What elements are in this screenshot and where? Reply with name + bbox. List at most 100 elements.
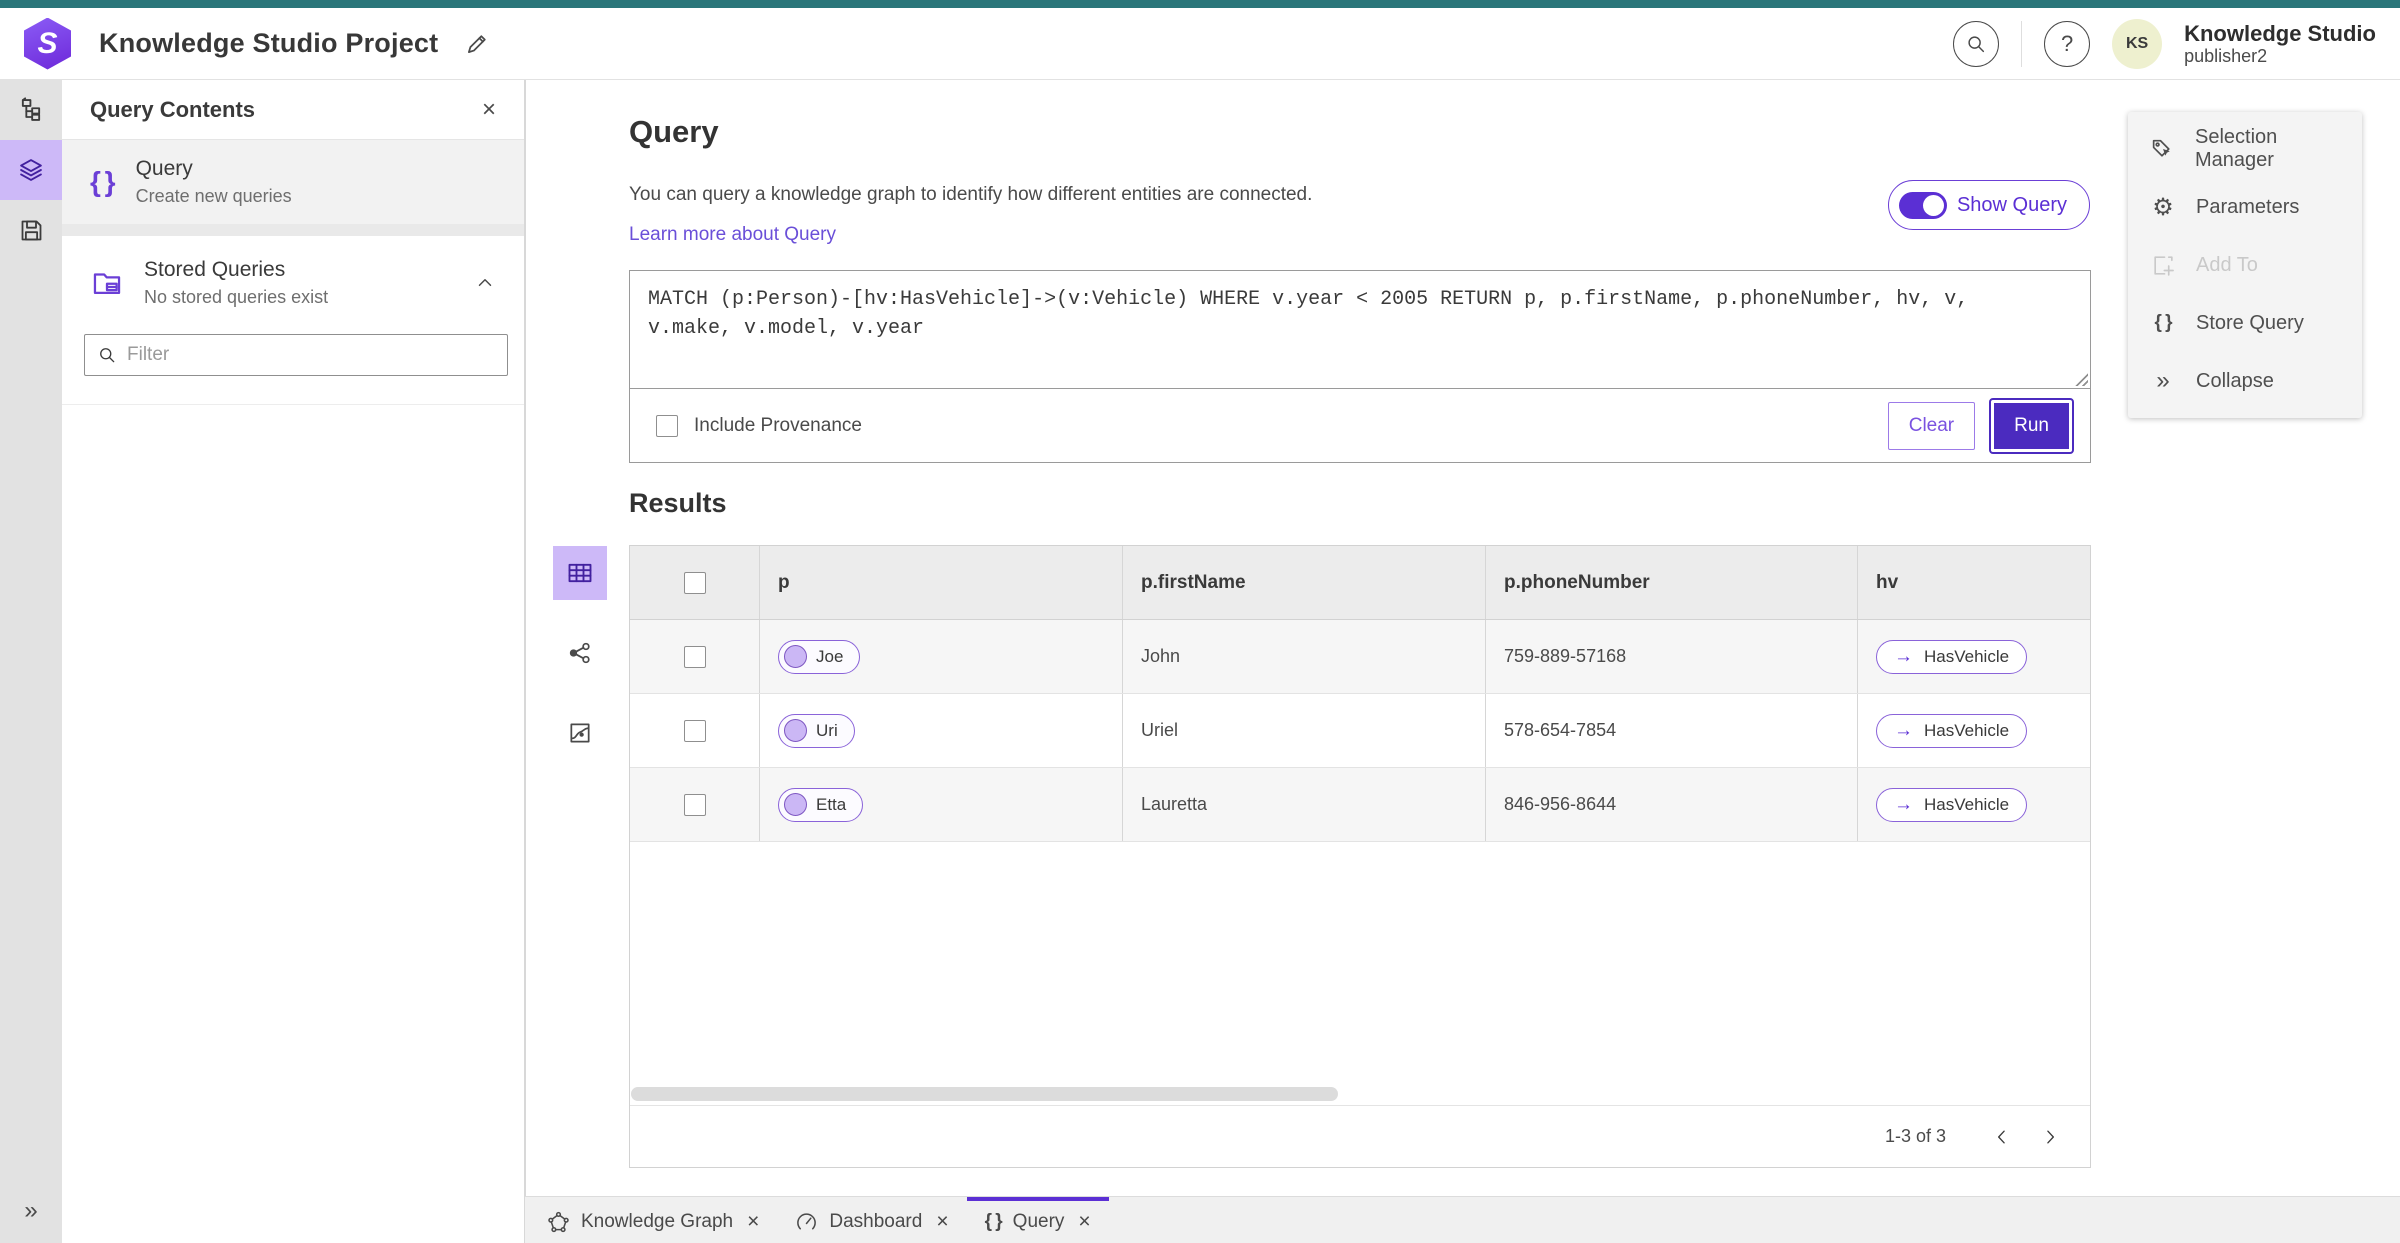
collapse-item[interactable]: » Collapse [2128,352,2362,410]
include-provenance-label: Include Provenance [694,414,862,436]
rail-item-hierarchy[interactable] [0,80,62,140]
query-item-subtitle: Create new queries [135,186,292,206]
column-header-hv[interactable]: hv [1876,572,1898,594]
entity-node-icon [784,719,807,742]
question-icon: ? [2060,30,2074,56]
query-contents-item-query[interactable]: { } Query Create new queries [62,140,524,224]
horizontal-scrollbar[interactable] [630,1083,2090,1105]
search-button[interactable] [1953,20,2000,67]
left-icon-rail: » [0,80,62,1243]
graph-view-button[interactable] [553,626,607,680]
entity-chip[interactable]: Etta [778,787,864,822]
add-to-item: Add To [2128,236,2362,294]
table-row[interactable]: Uri Uriel 578-654-7854 → HasVehicle [630,694,2090,768]
query-item-title: Query [135,157,193,180]
next-page-button[interactable] [2030,1117,2070,1157]
help-button[interactable]: ? [2044,20,2091,67]
close-tab-icon[interactable]: × [936,1210,948,1234]
double-chevron-right-icon: » [24,1197,38,1224]
avatar-initials: KS [2125,34,2149,52]
rail-item-layers[interactable] [0,140,62,200]
hierarchy-icon [17,96,45,124]
tab-query[interactable]: { } Query × [966,1197,1109,1243]
app-header: S Knowledge Studio Project ? KS Knowledg… [0,8,2400,80]
map-view-button[interactable] [553,706,607,760]
rail-item-save[interactable] [0,200,62,260]
result-view-switcher [553,546,607,760]
column-header-p[interactable]: p [778,572,790,594]
project-title: Knowledge Studio Project [99,28,439,58]
expand-rail-button[interactable]: » [0,1189,62,1233]
results-title: Results [629,488,727,518]
tab-label: Dashboard [829,1211,923,1232]
row-checkbox[interactable] [683,645,706,668]
learn-more-link[interactable]: Learn more about Query [629,224,836,246]
query-text: MATCH (p:Person)-[hv:HasVehicle]->(v:Veh… [648,288,1969,340]
row-checkbox[interactable] [683,719,706,742]
add-to-label: Add To [2196,253,2258,276]
table-header-row: p p.firstName p.phoneNumber hv [630,546,2090,620]
entity-chip[interactable]: Joe [778,639,861,674]
scrollbar-thumb[interactable] [631,1087,1338,1101]
relationship-chip[interactable]: → HasVehicle [1876,787,2028,822]
account-menu[interactable]: Knowledge Studio publisher2 [2184,21,2376,67]
edit-title-icon[interactable] [464,31,490,57]
relationship-chip[interactable]: → HasVehicle [1876,639,2028,674]
include-provenance-checkbox[interactable] [656,414,678,437]
cell-phonenumber: 578-654-7854 [1504,720,1617,740]
stored-queries-header[interactable]: Stored Queries No stored queries exist [90,258,496,308]
map-icon [567,720,593,746]
column-header-firstname[interactable]: p.firstName [1141,572,1246,594]
network-share-icon [567,640,593,666]
close-tab-icon[interactable]: × [1078,1210,1090,1234]
cell-firstname: Uriel [1141,720,1179,740]
relationship-chip[interactable]: → HasVehicle [1876,713,2028,748]
close-panel-button[interactable]: × [482,96,496,124]
tab-label: Knowledge Graph [581,1211,734,1232]
stored-queries-title: Stored Queries [144,258,286,281]
double-chevron-right-icon: » [2156,367,2170,394]
app-logo[interactable]: S [24,17,71,70]
column-header-phonenumber[interactable]: p.phoneNumber [1504,572,1650,594]
relationship-chip-label: HasVehicle [1924,794,2010,814]
search-icon [1965,33,1987,55]
section-divider [62,224,524,236]
search-icon [97,345,117,365]
toggle-switch-on[interactable] [1898,191,1947,219]
parameters-item[interactable]: ⚙ Parameters [2128,178,2362,236]
filter-input[interactable] [127,344,467,366]
select-all-checkbox[interactable] [683,571,706,594]
pagination-range-label: 1-3 of 3 [1884,1126,1946,1146]
show-query-label: Show Query [1956,193,2067,216]
table-view-button[interactable] [553,546,607,600]
page-description: You can query a knowledge graph to ident… [629,184,1313,205]
run-button[interactable]: Run [1989,397,2074,454]
query-textarea[interactable]: MATCH (p:Person)-[hv:HasVehicle]->(v:Veh… [630,271,2090,389]
store-query-item[interactable]: { } Store Query [2128,294,2362,352]
resize-handle[interactable] [2073,371,2088,386]
entity-node-icon [784,645,807,668]
chevron-up-icon[interactable] [474,272,496,294]
tab-label: Query [1012,1211,1065,1232]
arrow-right-icon: → [1894,719,1913,741]
add-to-icon [2150,253,2176,278]
entity-chip-label: Etta [816,794,847,814]
cell-firstname: John [1141,646,1181,666]
results-table: p p.firstName p.phoneNumber hv Joe John … [629,545,2091,1168]
table-row[interactable]: Etta Lauretta 846-956-8644 → HasVehicle [630,768,2090,842]
row-checkbox[interactable] [683,793,706,816]
entity-node-icon [784,793,807,816]
layers-icon [17,156,45,184]
table-row[interactable]: Joe John 759-889-57168 → HasVehicle [630,620,2090,694]
show-query-toggle[interactable]: Show Query [1887,180,2090,230]
close-tab-icon[interactable]: × [747,1210,759,1234]
tab-dashboard[interactable]: Dashboard × [777,1197,966,1243]
entity-chip[interactable]: Uri [778,713,855,748]
clear-button[interactable]: Clear [1887,401,1976,450]
arrow-right-icon: → [1894,793,1913,815]
tab-knowledge-graph[interactable]: Knowledge Graph × [529,1197,777,1243]
table-empty-area [630,842,2090,1083]
avatar[interactable]: KS [2112,18,2163,69]
selection-manager-item[interactable]: Selection Manager [2128,120,2362,178]
previous-page-button[interactable] [1982,1117,2022,1157]
